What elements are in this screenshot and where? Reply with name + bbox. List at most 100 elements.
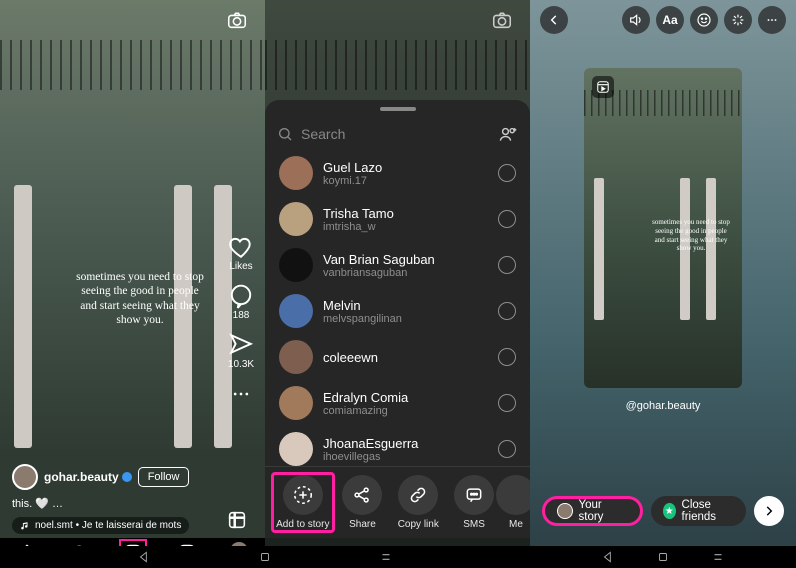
reshared-reel-card[interactable]: sometimes you need to stop seeing the go… xyxy=(584,68,742,388)
author-username: gohar.beauty xyxy=(44,470,119,484)
select-radio[interactable] xyxy=(498,256,516,274)
camera-icon[interactable] xyxy=(223,6,251,34)
your-story-label: Your story xyxy=(579,499,629,523)
contact-name: JhoanaEsguerra xyxy=(323,436,418,451)
your-story-button[interactable]: Your story xyxy=(542,496,643,526)
select-radio[interactable] xyxy=(498,348,516,366)
reel-attribution[interactable]: @gohar.beauty xyxy=(530,400,796,412)
copy-link-button[interactable]: Copy link xyxy=(390,475,446,530)
text-icon[interactable]: Aa xyxy=(656,6,684,34)
contact-avatar xyxy=(279,248,313,282)
comment-count: 188 xyxy=(233,310,250,321)
contact-avatar xyxy=(279,294,313,328)
nav-back-icon[interactable] xyxy=(601,550,615,564)
comment-icon[interactable] xyxy=(227,282,255,310)
camera-icon[interactable] xyxy=(488,6,516,34)
contact-row[interactable]: Edralyn Comiacomiamazing xyxy=(265,380,530,426)
contact-row[interactable]: Van Brian Sagubanvanbriansaguban xyxy=(265,242,530,288)
add-to-story-button[interactable]: Add to story xyxy=(271,472,335,533)
select-radio[interactable] xyxy=(498,394,516,412)
contact-username: imtrisha_w xyxy=(323,221,394,233)
nav-home-icon[interactable] xyxy=(656,550,670,564)
reel-quote: sometimes you need to stop seeing the go… xyxy=(75,270,205,328)
sms-button[interactable]: SMS xyxy=(446,475,502,530)
contact-name: Guel Lazo xyxy=(323,160,382,175)
share-actions-row: Add to story Share Copy link SMS Me xyxy=(265,466,530,538)
nav-recents-icon[interactable] xyxy=(379,550,393,564)
audio-icon[interactable] xyxy=(622,6,650,34)
contact-username: ihoevillegas xyxy=(323,451,418,463)
reel-badge-icon xyxy=(592,76,614,98)
next-icon[interactable] xyxy=(754,496,784,526)
follow-button[interactable]: Follow xyxy=(138,467,190,487)
your-story-avatar xyxy=(557,503,573,519)
share-count: 10.3K xyxy=(228,359,254,370)
effects-icon[interactable] xyxy=(724,6,752,34)
select-radio[interactable] xyxy=(498,164,516,182)
select-radio[interactable] xyxy=(498,302,516,320)
select-radio[interactable] xyxy=(498,210,516,228)
contact-avatar xyxy=(279,432,313,466)
sheet-handle[interactable] xyxy=(380,107,416,111)
audio-text: noel.smt • Je te laisserai de mots xyxy=(35,520,181,531)
sms-label: SMS xyxy=(463,519,485,530)
close-friends-label: Close friends xyxy=(682,499,734,523)
nav-recents-icon[interactable] xyxy=(711,550,725,564)
contact-username: vanbriansaguban xyxy=(323,267,435,279)
search-input[interactable]: Search xyxy=(301,126,498,142)
author-avatar[interactable] xyxy=(12,464,38,490)
screen-share-sheet: Search Guel Lazokoymi.17Trisha Tamoimtri… xyxy=(265,0,530,568)
messenger-button[interactable]: Me xyxy=(502,475,530,530)
nav-home-icon[interactable] xyxy=(258,550,272,564)
contact-row[interactable]: Melvinmelvspangilinan xyxy=(265,288,530,334)
reshared-quote: sometimes you need to stop seeing the go… xyxy=(650,218,732,253)
like-icon[interactable] xyxy=(227,233,255,261)
contact-username: koymi.17 xyxy=(323,175,382,187)
search-icon xyxy=(277,126,293,142)
copy-link-label: Copy link xyxy=(398,519,439,530)
screen-story-editor: Aa sometimes you need to stop seeing the… xyxy=(530,0,796,568)
contact-avatar xyxy=(279,202,313,236)
android-nav-bar xyxy=(0,546,530,568)
story-top-bar: Aa xyxy=(530,6,796,34)
add-to-story-label: Add to story xyxy=(276,519,329,530)
share-label: Share xyxy=(349,519,376,530)
reel-action-rail: Likes 188 10.3K xyxy=(227,223,255,408)
contact-name: Edralyn Comia xyxy=(323,390,408,405)
close-friends-button[interactable]: ★ Close friends xyxy=(651,496,746,526)
contact-username: melvspangilinan xyxy=(323,313,402,325)
like-count: Likes xyxy=(229,261,252,272)
share-sheet: Search Guel Lazokoymi.17Trisha Tamoimtri… xyxy=(265,100,530,538)
audio-pill[interactable]: noel.smt • Je te laisserai de mots xyxy=(12,517,189,534)
contact-row[interactable]: Guel Lazokoymi.17 xyxy=(265,150,530,196)
back-icon[interactable] xyxy=(540,6,568,34)
select-radio[interactable] xyxy=(498,440,516,458)
contact-avatar xyxy=(279,386,313,420)
nav-back-icon[interactable] xyxy=(137,550,151,564)
share-icon[interactable] xyxy=(227,331,255,359)
more-icon[interactable] xyxy=(758,6,786,34)
screen-reel: sometimes you need to stop seeing the go… xyxy=(0,0,265,568)
story-post-row: Your story ★ Close friends xyxy=(542,496,784,526)
share-button[interactable]: Share xyxy=(335,475,391,530)
add-people-icon[interactable] xyxy=(498,124,518,144)
author-row[interactable]: gohar.beauty Follow xyxy=(12,464,189,490)
contact-row[interactable]: Trisha Tamoimtrisha_w xyxy=(265,196,530,242)
contact-name: coleeewn xyxy=(323,350,378,365)
contact-username: comiamazing xyxy=(323,405,408,417)
contact-name: Van Brian Saguban xyxy=(323,252,435,267)
contact-avatar xyxy=(279,156,313,190)
contact-avatar xyxy=(279,340,313,374)
sticker-icon[interactable] xyxy=(690,6,718,34)
more-icon[interactable] xyxy=(227,380,255,408)
messenger-label: Me xyxy=(509,519,523,530)
android-nav-bar xyxy=(530,546,796,568)
contact-name: Melvin xyxy=(323,298,402,313)
reel-caption[interactable]: this. 🤍 … xyxy=(12,497,63,510)
contact-row[interactable]: coleeewn xyxy=(265,334,530,380)
star-icon: ★ xyxy=(663,503,676,519)
contact-name: Trisha Tamo xyxy=(323,206,394,221)
contacts-list[interactable]: Guel Lazokoymi.17Trisha Tamoimtrisha_wVa… xyxy=(265,150,530,472)
verified-icon xyxy=(122,472,132,482)
remix-icon[interactable] xyxy=(223,506,251,534)
